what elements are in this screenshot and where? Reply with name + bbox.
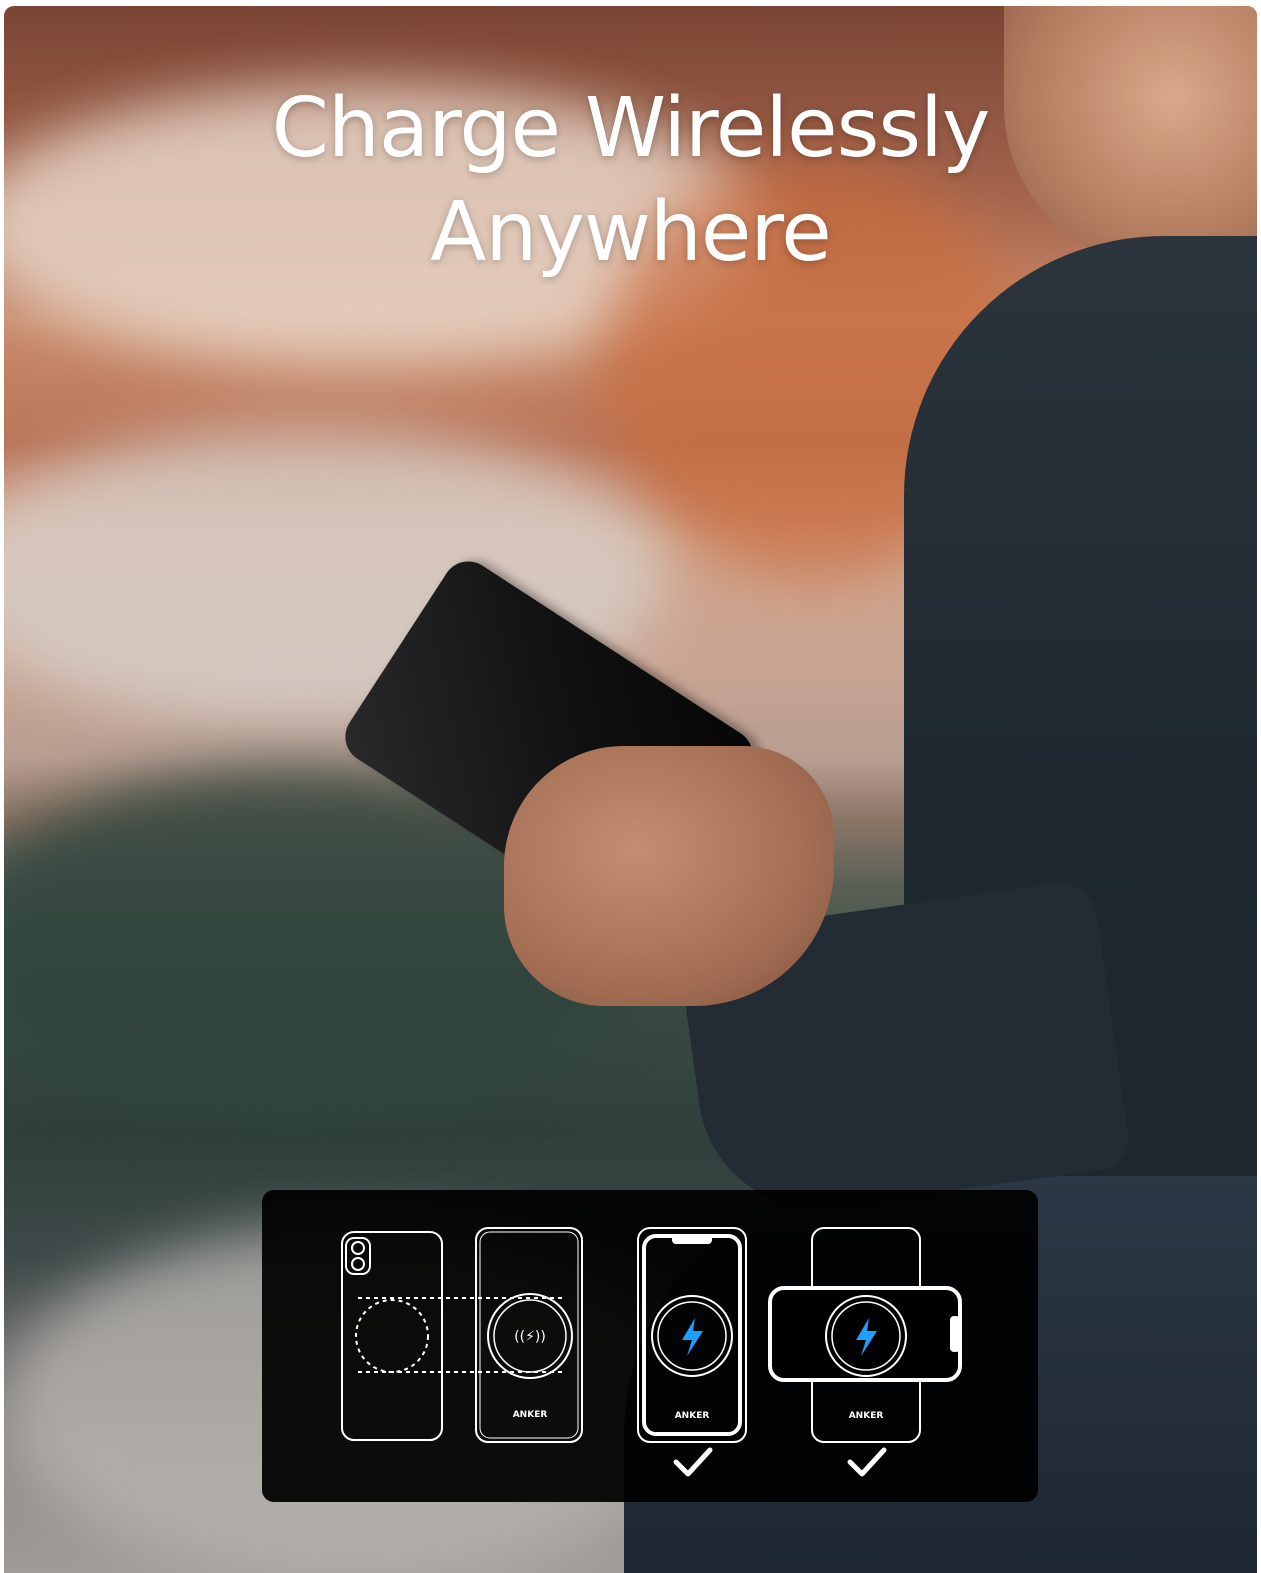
phone-horizontal-icon: ANKER (768, 1227, 962, 1477)
person-hand (504, 746, 834, 1006)
brand-label: ANKER (675, 1411, 710, 1421)
headline-line-1: Charge Wirelessly (271, 81, 991, 176)
compatibility-diagram: ((⚡)) ANKER ANKER ANKER (341, 1227, 962, 1477)
power-bank-icon: ((⚡)) ANKER (475, 1227, 583, 1443)
phone-vertical-icon: ANKER (637, 1227, 747, 1477)
brand-label: ANKER (849, 1411, 884, 1421)
brand-label: ANKER (513, 1410, 548, 1420)
svg-text:((⚡)): ((⚡)) (514, 1329, 546, 1345)
check-icon (847, 1447, 887, 1477)
headline-line-2: Anywhere (430, 185, 831, 280)
compatibility-panel: ((⚡)) ANKER ANKER ANKER (262, 1190, 1038, 1502)
check-icon (673, 1447, 713, 1477)
